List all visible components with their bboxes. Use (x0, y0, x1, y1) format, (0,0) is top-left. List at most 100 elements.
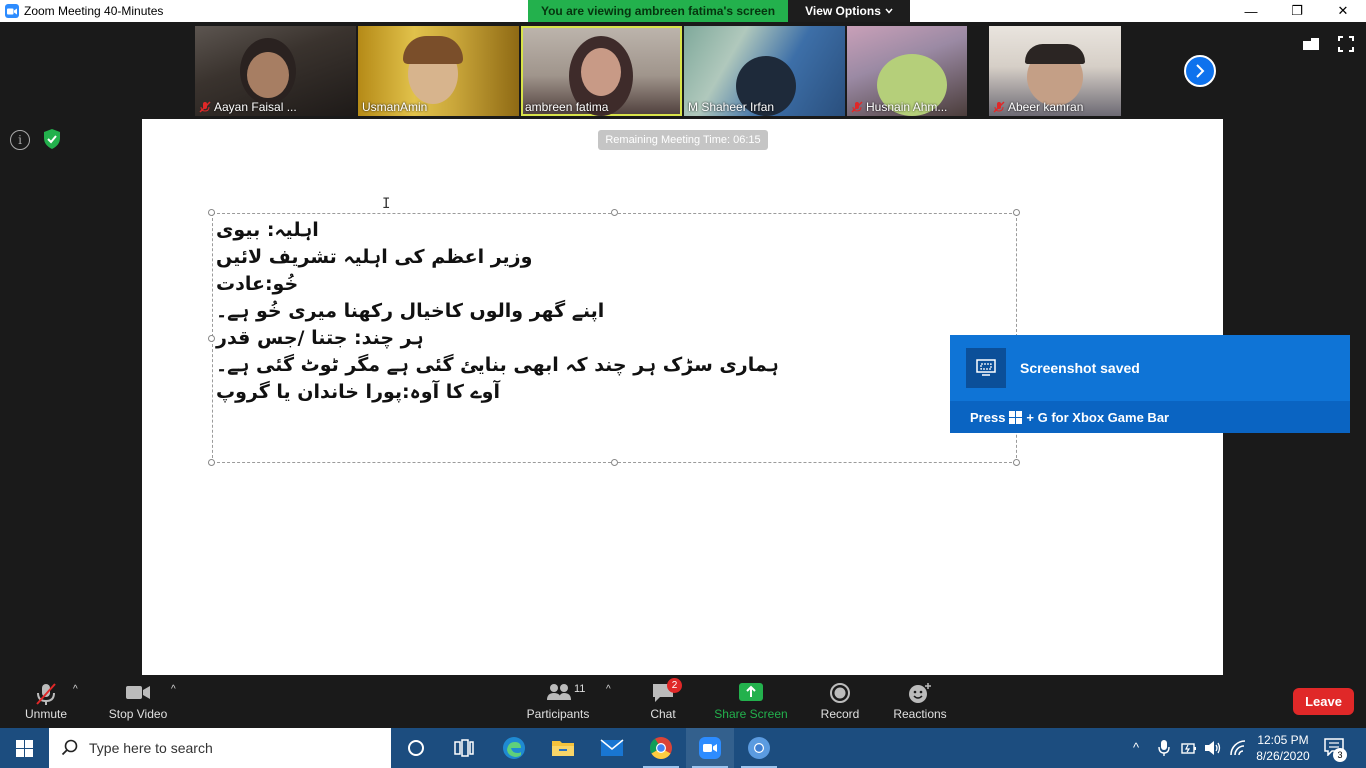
shared-text-line: وزیر اعظم کی اہلیہ تشریف لائیں (216, 246, 533, 268)
resize-handle (208, 335, 215, 342)
mail-app-button[interactable] (588, 728, 636, 768)
chat-unread-badge: 2 (667, 678, 682, 693)
stop-video-button[interactable]: Stop Video (106, 675, 170, 728)
participant-video-tile[interactable]: Aayan Faisal ... (195, 26, 356, 116)
muted-mic-icon (851, 101, 863, 113)
participant-video-strip: Aayan Faisal ... UsmanAmin ambreen fatim… (195, 26, 1121, 116)
participants-options-caret-icon[interactable]: ^ (606, 684, 611, 695)
edge-app-button[interactable] (490, 728, 538, 768)
share-screen-button[interactable]: Share Screen (712, 675, 790, 728)
muted-mic-icon (199, 101, 211, 113)
cortana-button[interactable] (392, 728, 440, 768)
wifi-network-icon[interactable] (1229, 740, 1247, 756)
reactions-label: Reactions (893, 707, 947, 721)
microphone-tray-icon[interactable] (1158, 739, 1170, 757)
participant-video-tile[interactable]: Abeer kamran (989, 26, 1121, 116)
windows-key-icon (1009, 410, 1023, 424)
video-options-caret-icon[interactable]: ^ (171, 684, 176, 695)
resize-handle (1013, 459, 1020, 466)
next-page-button[interactable] (1184, 55, 1216, 87)
unmute-label: Unmute (24, 707, 68, 721)
chat-label: Chat (650, 707, 676, 721)
video-camera-icon (126, 686, 150, 699)
record-icon (830, 683, 850, 703)
cortana-circle-icon (408, 740, 424, 756)
stop-video-label: Stop Video (108, 707, 168, 721)
participant-face (247, 52, 289, 98)
reactions-smiley-icon (909, 683, 931, 703)
participants-count: 11 (574, 683, 586, 695)
unmute-button[interactable]: Unmute (18, 675, 74, 728)
file-explorer-button[interactable] (539, 728, 587, 768)
record-label: Record (820, 707, 860, 721)
screenshot-toast[interactable]: Screenshot saved Press + G for Xbox Game… (950, 335, 1350, 433)
participant-name: Aayan Faisal ... (214, 100, 297, 114)
audio-options-caret-icon[interactable]: ^ (73, 684, 78, 695)
fullscreen-icon[interactable] (1337, 36, 1355, 52)
battery-plug-icon[interactable] (1181, 740, 1197, 756)
shared-text-line: خُو:عادت (216, 273, 299, 295)
resize-handle (611, 209, 618, 216)
zoom-app-icon (5, 4, 19, 18)
meeting-controls-bar: Unmute ^ Stop Video ^ Participants 11 ^ … (0, 675, 1366, 728)
toast-shortcut-label: + G for Xbox Game Bar (1026, 409, 1170, 425)
windows-logo-icon (15, 739, 33, 757)
shared-text-line: اپنے گھر والوں کاخیال رکھنا میری خُو ہے۔ (216, 300, 605, 322)
remaining-time-badge: Remaining Meeting Time: 06:15 (598, 130, 768, 150)
notification-count-badge: 3 (1333, 748, 1347, 762)
participant-hair (1025, 44, 1085, 64)
participant-video-tile[interactable]: UsmanAmin (358, 26, 519, 116)
clock-date: 8/26/2020 (1256, 749, 1310, 763)
search-icon (61, 739, 78, 756)
participant-video-tile[interactable]: Husnain Ahm... (847, 26, 967, 116)
participant-name: Abeer kamran (1008, 100, 1084, 114)
resize-handle (611, 459, 618, 466)
chrome-secondary-button[interactable] (735, 728, 783, 768)
participant-face (581, 48, 621, 96)
show-hidden-icons-chevron-icon[interactable]: ^ (1133, 740, 1139, 755)
folder-icon (552, 741, 574, 756)
participant-video-tile-active[interactable]: ambreen fatima (521, 26, 682, 116)
zoom-app-button[interactable] (686, 728, 734, 768)
minimize-button[interactable]: — (1228, 0, 1274, 22)
resize-handle (208, 459, 215, 466)
text-cursor-icon: I (382, 196, 391, 212)
task-view-icon (454, 739, 474, 757)
view-options-label: View Options (805, 4, 881, 18)
restore-button[interactable]: ❐ (1274, 0, 1320, 22)
participant-name: M Shaheer Irfan (688, 100, 775, 114)
hide-thumbnails-icon[interactable] (1302, 36, 1320, 52)
shared-text-line: ہماری سڑک ہر چند کہ ابھی بنایئ گئی ہے مگ… (216, 354, 779, 376)
participant-video-tile[interactable]: M Shaheer Irfan (684, 26, 845, 116)
mail-envelope-icon (600, 739, 624, 756)
participant-name: ambreen fatima (525, 100, 609, 114)
close-button[interactable]: ✕ (1320, 0, 1366, 22)
meeting-info-icon[interactable]: i (10, 130, 30, 150)
shared-text-line: آوے کا آوہ:پورا خاندان یا گروپ (216, 381, 500, 403)
task-view-button[interactable] (440, 728, 488, 768)
screenshot-icon (966, 348, 1006, 388)
window-title: Zoom Meeting 40-Minutes (24, 4, 164, 18)
view-options-button[interactable]: View Options (788, 0, 910, 22)
reactions-button[interactable]: Reactions (890, 675, 950, 728)
toast-press-label: Press (970, 409, 1006, 425)
viewing-message: You are viewing ambreen fatima's screen (528, 0, 788, 22)
encryption-shield-icon[interactable] (42, 128, 62, 150)
windows-taskbar: Type here to search ^ 12:05 PM 8/26/2020… (0, 728, 1366, 768)
record-button[interactable]: Record (815, 675, 865, 728)
chrome-profile-icon (748, 737, 770, 759)
clock-time: 12:05 PM (1257, 733, 1309, 747)
chrome-browser-icon (649, 737, 672, 759)
participants-icon (547, 684, 571, 700)
leave-button[interactable]: Leave (1293, 688, 1354, 715)
taskbar-search-box[interactable]: Type here to search (49, 728, 391, 768)
chrome-app-button[interactable] (637, 728, 685, 768)
resize-handle (1013, 209, 1020, 216)
share-screen-label: Share Screen (714, 707, 788, 721)
participant-name: Husnain Ahm... (866, 100, 948, 114)
speaker-volume-icon[interactable] (1204, 740, 1222, 756)
resize-handle (208, 209, 215, 216)
taskbar-clock[interactable]: 12:05 PM 8/26/2020 (1252, 732, 1314, 764)
start-button[interactable] (0, 728, 48, 768)
zoom-taskbar-icon (699, 737, 721, 759)
